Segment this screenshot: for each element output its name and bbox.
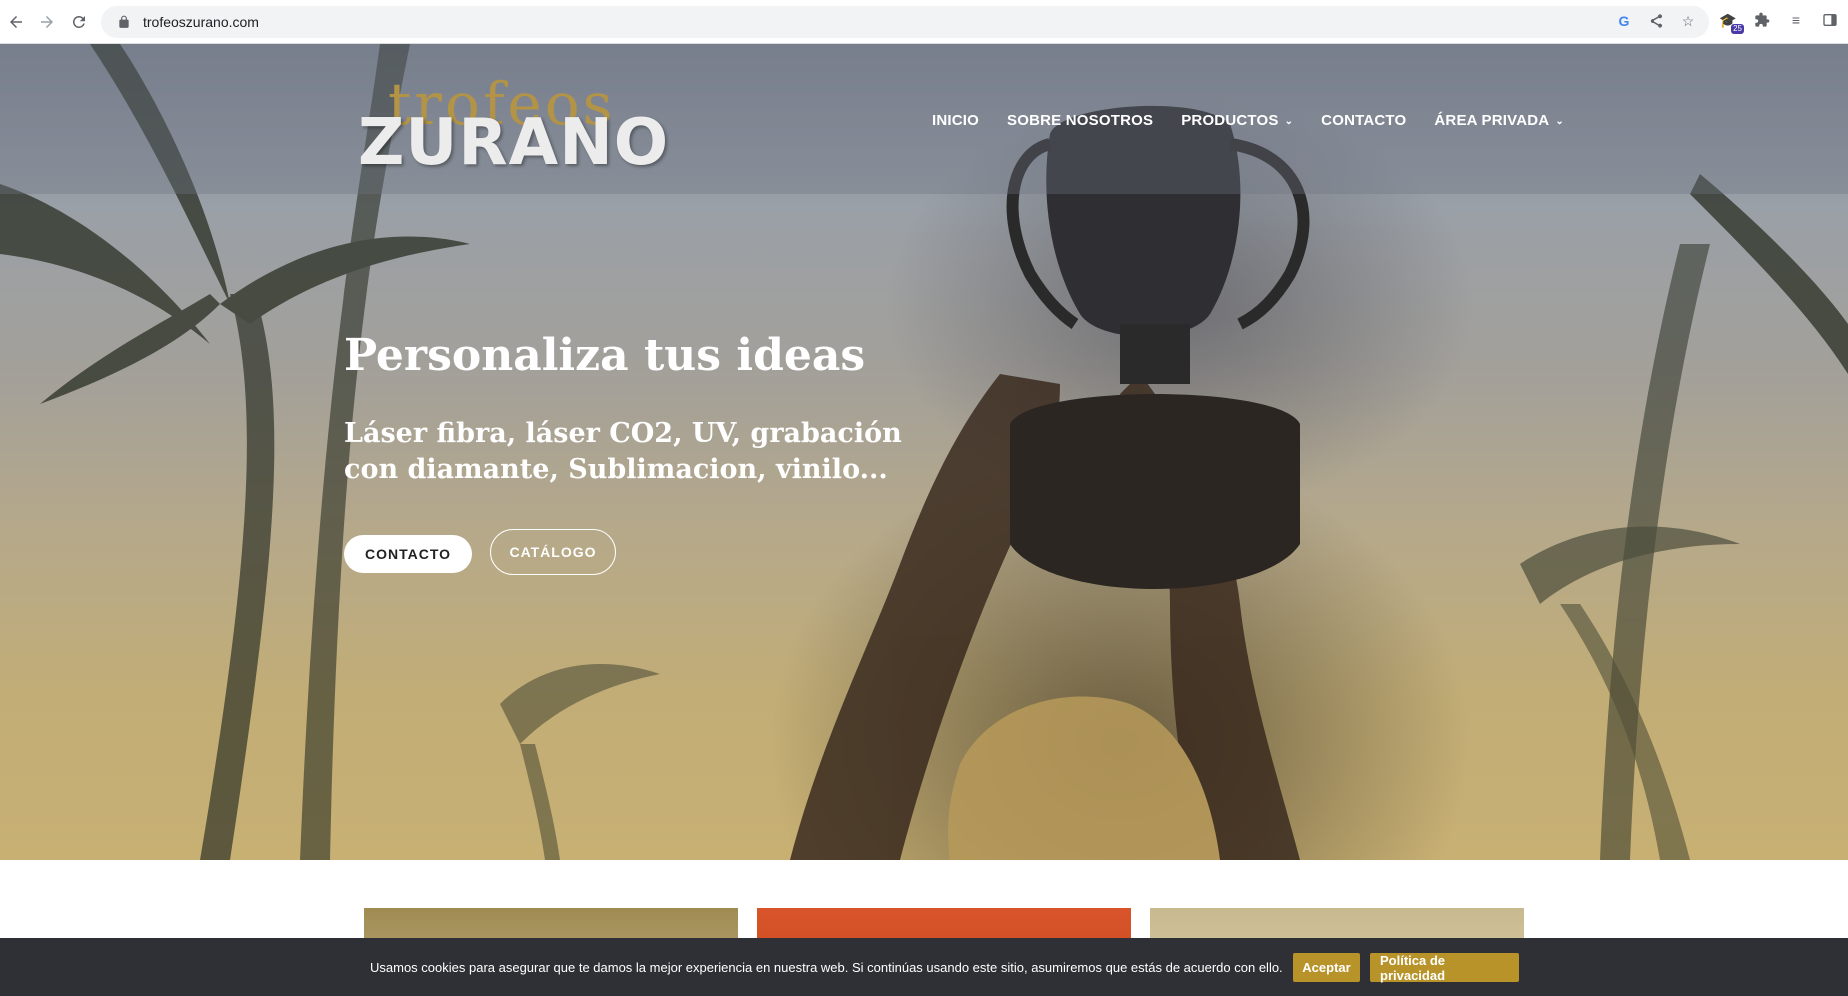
nav-item-productos[interactable]: PRODUCTOS ⌄ bbox=[1181, 112, 1293, 129]
share-icon[interactable] bbox=[1647, 12, 1665, 30]
chevron-down-icon: ⌄ bbox=[1284, 116, 1294, 127]
contact-button[interactable]: CONTACTO bbox=[344, 535, 472, 573]
hero-subtitle: Láser fibra, láser CO2, UV, grabación co… bbox=[344, 418, 902, 485]
nav-item-label: SOBRE NOSOTROS bbox=[1007, 112, 1154, 129]
back-icon[interactable] bbox=[0, 6, 32, 38]
logo-main-text: ZURANO bbox=[358, 106, 670, 180]
chevron-down-icon: ⌄ bbox=[1555, 116, 1564, 127]
reading-list-icon[interactable]: ≡ bbox=[1786, 10, 1806, 30]
browser-toolbar: trofeoszurano.com G ☆ 🎓 25 ≡ bbox=[0, 0, 1848, 44]
site-logo[interactable]: trofeos ZURANO bbox=[358, 64, 688, 184]
main-navigation: INICIO SOBRE NOSOTROS PRODUCTOS ⌄ CONTAC… bbox=[932, 112, 1564, 129]
hero-title: Personaliza tus ideas bbox=[344, 330, 866, 381]
extension-graduation-cap-icon[interactable]: 🎓 25 bbox=[1718, 10, 1744, 34]
cookie-message: Usamos cookies para asegurar que te damo… bbox=[370, 960, 1283, 975]
forward-icon[interactable] bbox=[31, 6, 63, 38]
privacy-policy-button[interactable]: Política de privacidad bbox=[1370, 953, 1519, 983]
address-bar[interactable]: trofeoszurano.com G ☆ bbox=[101, 6, 1709, 38]
reload-icon[interactable] bbox=[63, 6, 95, 38]
side-panel-icon[interactable] bbox=[1820, 10, 1840, 30]
nav-item-area-privada[interactable]: ÁREA PRIVADA ⌄ bbox=[1434, 112, 1564, 129]
accept-cookies-button[interactable]: Aceptar bbox=[1293, 953, 1360, 982]
nav-item-inicio[interactable]: INICIO bbox=[932, 112, 979, 129]
nav-item-sobre-nosotros[interactable]: SOBRE NOSOTROS bbox=[1007, 112, 1153, 129]
lock-icon bbox=[119, 15, 129, 28]
nav-item-label: INICIO bbox=[932, 112, 980, 129]
google-icon[interactable]: G bbox=[1615, 12, 1633, 30]
cookie-banner: Usamos cookies para asegurar que te damo… bbox=[0, 938, 1848, 996]
catalog-button[interactable]: CATÁLOGO bbox=[490, 529, 616, 575]
nav-item-label: CONTACTO bbox=[1321, 112, 1407, 129]
bookmark-star-icon[interactable]: ☆ bbox=[1679, 12, 1697, 30]
url-text[interactable]: trofeoszurano.com bbox=[143, 14, 259, 30]
header-bar bbox=[0, 44, 1848, 194]
nav-item-label: PRODUCTOS bbox=[1181, 112, 1279, 129]
extension-badge: 25 bbox=[1731, 24, 1744, 34]
hero-section: trofeos ZURANO INICIO SOBRE NOSOTROS PRO… bbox=[0, 44, 1848, 860]
nav-item-label: ÁREA PRIVADA bbox=[1434, 112, 1550, 129]
nav-item-contacto[interactable]: CONTACTO bbox=[1321, 112, 1406, 129]
extensions-puzzle-icon[interactable] bbox=[1752, 10, 1772, 30]
